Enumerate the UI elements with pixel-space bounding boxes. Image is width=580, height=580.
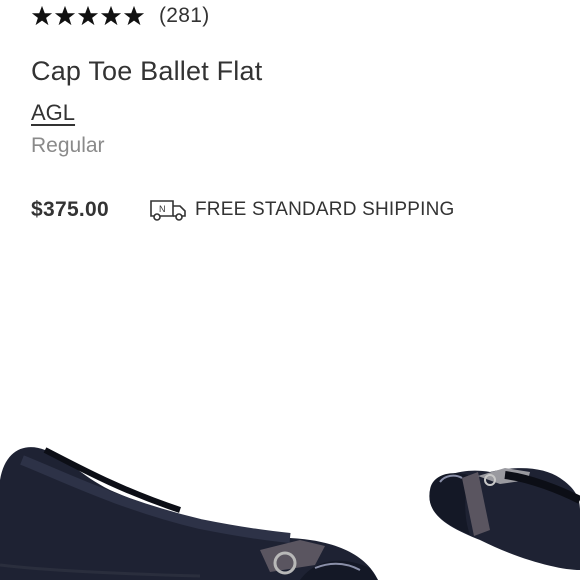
fit-label: Regular <box>31 134 105 157</box>
star-icon <box>54 5 76 26</box>
star-icon <box>123 5 145 26</box>
left-shoe-image <box>0 447 378 580</box>
brand-link[interactable]: AGL <box>31 100 75 126</box>
product-rating[interactable]: (281) <box>31 4 210 28</box>
right-shoe-image <box>429 468 580 570</box>
shipping-text: FREE STANDARD SHIPPING <box>195 199 455 220</box>
star-icon <box>100 5 122 26</box>
truck-icon: N <box>150 200 186 221</box>
svg-text:N: N <box>159 204 166 214</box>
product-title: Cap Toe Ballet Flat <box>31 56 263 86</box>
star-icon <box>31 5 53 26</box>
review-count-link[interactable]: (281) <box>159 4 210 28</box>
rating-stars <box>31 5 145 27</box>
star-icon <box>77 5 99 26</box>
product-image[interactable] <box>0 420 580 580</box>
product-price: $375.00 <box>31 198 110 221</box>
shipping-info: N FREE STANDARD SHIPPING <box>149 198 455 222</box>
